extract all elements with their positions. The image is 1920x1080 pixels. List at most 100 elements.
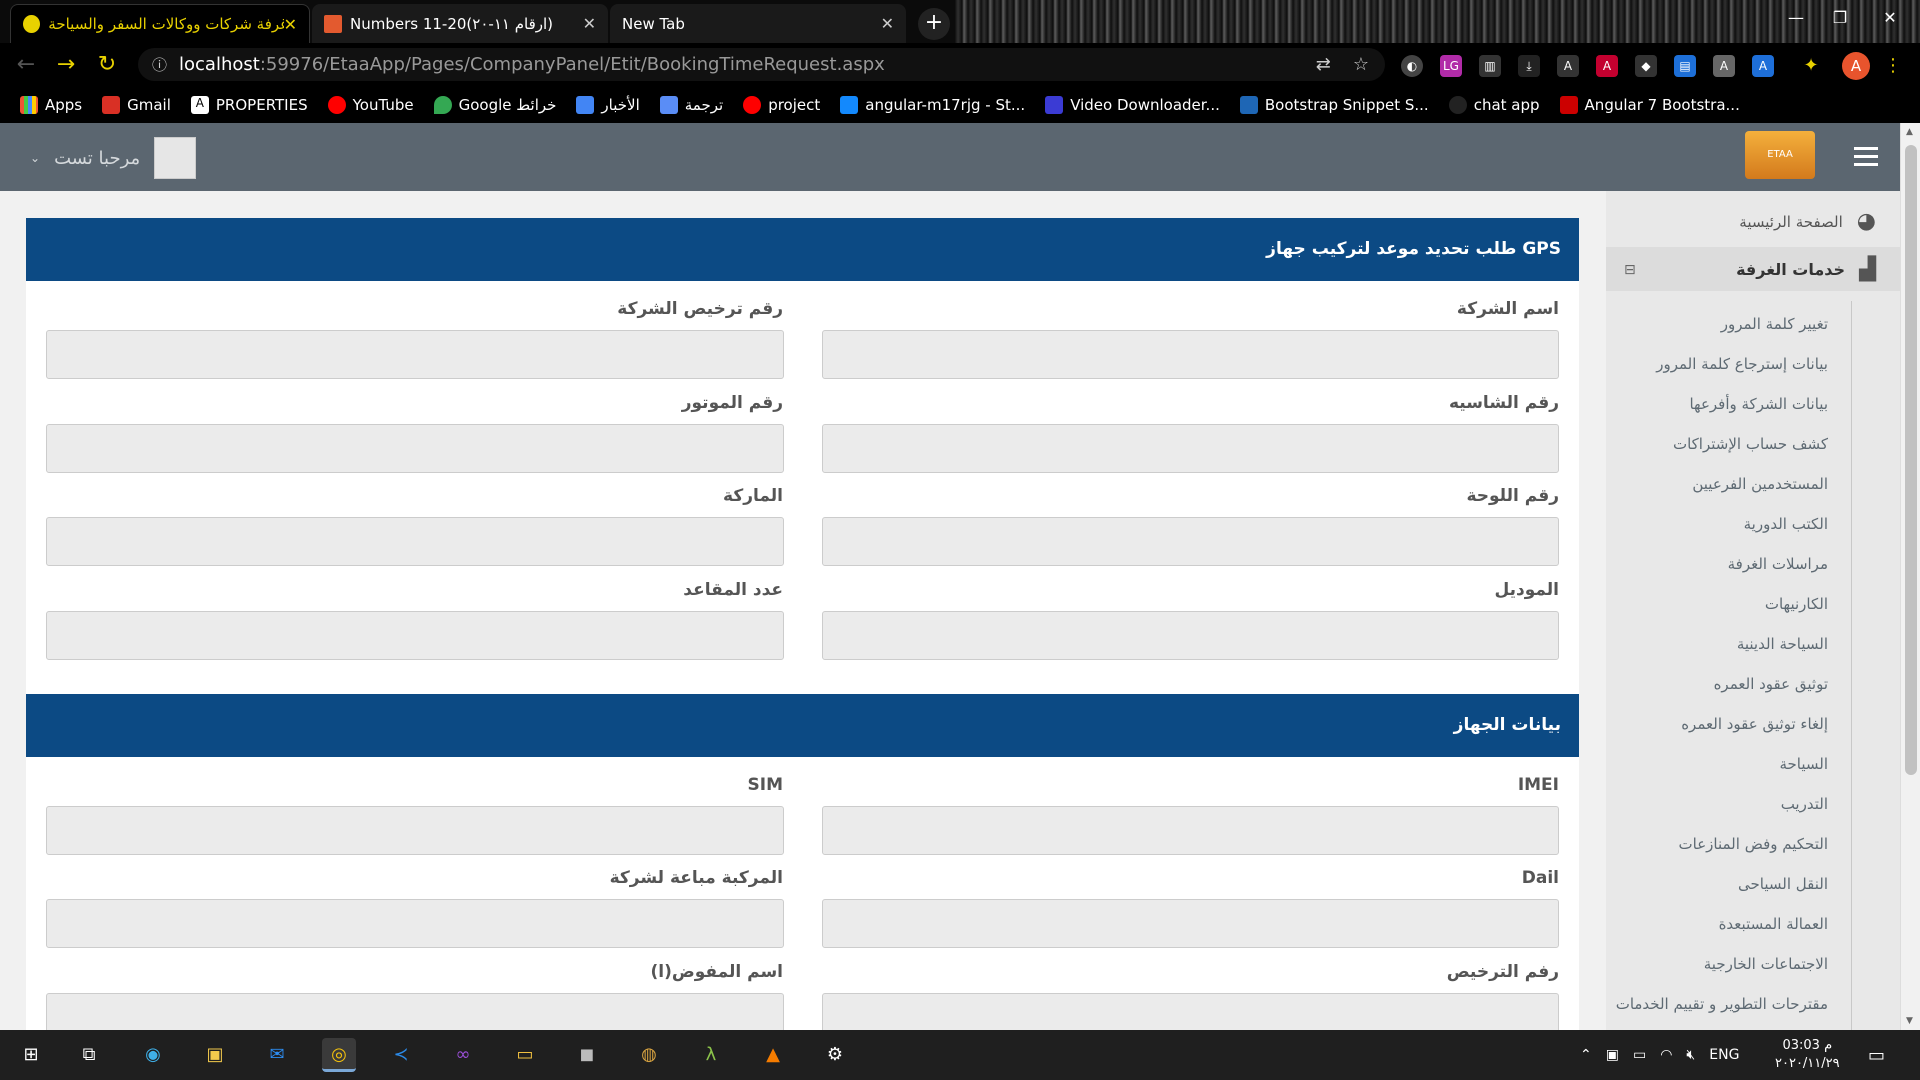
sidebar-subitem[interactable]: بيانات إسترجاع كلمة المرور xyxy=(1656,355,1828,373)
bookmark-chat-app[interactable]: chat app xyxy=(1448,96,1540,114)
menu-kebab-icon[interactable]: ⋮ xyxy=(1882,55,1904,77)
input-motor[interactable] xyxy=(46,424,784,473)
file-explorer-icon[interactable]: ▭ xyxy=(508,1038,542,1072)
extension-icon[interactable]: A xyxy=(1713,55,1735,77)
store-icon[interactable]: ▣ xyxy=(198,1038,232,1072)
translate-icon[interactable]: ⇄ xyxy=(1316,54,1331,75)
tab-active[interactable]: غرفة شركات ووكالات السفر والسياحة ✕ xyxy=(10,4,310,43)
bookmark-translate[interactable]: ترجمة xyxy=(659,96,723,114)
mail-icon[interactable]: ✉ xyxy=(260,1038,294,1072)
bookmark-gmail[interactable]: Gmail xyxy=(102,96,171,114)
sidebar-subitem[interactable]: الاجتماعات الخارجية xyxy=(1704,955,1828,973)
minimize-icon[interactable]: — xyxy=(1776,8,1816,36)
sidebar-subitem[interactable]: التحكيم وفض المنازعات xyxy=(1679,835,1828,853)
bookmark-angular-bootstrap[interactable]: Angular 7 Bootstra... xyxy=(1559,96,1740,114)
notifications-icon[interactable]: ▭ xyxy=(1868,1030,1885,1080)
address-bar[interactable]: ⓘ localhost:59976/EtaaApp/Pages/CompanyP… xyxy=(138,48,1385,81)
bookmark-project[interactable]: project xyxy=(743,96,820,114)
windows-start-icon[interactable]: ⊞ xyxy=(14,1038,48,1072)
extension-icon[interactable]: A xyxy=(1557,55,1579,77)
tray-chevron-icon[interactable]: ⌃ xyxy=(1580,1047,1592,1063)
task-view-icon[interactable]: ⧉ xyxy=(72,1038,106,1072)
input-company-name[interactable] xyxy=(822,330,1559,379)
vscode-icon[interactable]: ≺ xyxy=(384,1038,418,1072)
bookmark-apps[interactable]: Apps xyxy=(20,96,82,114)
lambda-app-icon[interactable]: λ xyxy=(694,1038,728,1072)
clock[interactable]: 03:03 م ٢٠٢٠/١١/٢٩ xyxy=(1775,1030,1840,1080)
input-plate[interactable] xyxy=(822,517,1559,566)
extension-icon[interactable]: A xyxy=(1752,55,1774,77)
bookmark-star-icon[interactable]: ☆ xyxy=(1353,54,1369,75)
language-indicator[interactable]: ENG xyxy=(1709,1047,1739,1063)
sidebar-subitem[interactable]: الكارنيهات xyxy=(1765,595,1828,613)
bookmark-youtube[interactable]: YouTube xyxy=(327,96,414,114)
sidebar-item-services[interactable]: خدمات الغرفة ▟ xyxy=(1736,257,1876,282)
profile-avatar[interactable]: A xyxy=(1842,52,1870,80)
tab-close-icon[interactable]: ✕ xyxy=(881,14,894,33)
input-model[interactable] xyxy=(822,611,1559,660)
back-icon[interactable]: ← xyxy=(12,51,40,79)
sidebar-subitem[interactable]: الكتب الدورية xyxy=(1744,515,1828,533)
bookmark-stackblitz[interactable]: angular-m17rjg - St... xyxy=(840,96,1025,114)
extension-icon[interactable]: ◆ xyxy=(1635,55,1657,77)
bookmark-maps[interactable]: Google خرائط xyxy=(433,96,556,114)
app-icon[interactable]: ◍ xyxy=(632,1038,666,1072)
input-brand[interactable] xyxy=(46,517,784,566)
extension-icon[interactable]: ▤ xyxy=(1674,55,1696,77)
sidebar-subitem[interactable]: المستخدمين الفرعيين xyxy=(1692,475,1828,493)
tab-close-icon[interactable]: ✕ xyxy=(284,15,297,34)
tab-new[interactable]: New Tab ✕ xyxy=(610,4,906,43)
user-menu[interactable]: ⌄ مرحبا تست xyxy=(30,137,197,179)
scroll-up-icon[interactable]: ▲ xyxy=(1906,127,1913,137)
bookmark-properties[interactable]: A PROPERTIES xyxy=(190,96,308,114)
edge-icon[interactable]: ◉ xyxy=(136,1038,170,1072)
sidebar-subitem[interactable]: توثيق عقود العمره xyxy=(1714,675,1828,693)
input-sim[interactable] xyxy=(46,806,784,855)
input-company-license[interactable] xyxy=(46,330,784,379)
bookmark-bootstrap-snippet[interactable]: Bootstrap Snippet S... xyxy=(1239,96,1429,114)
angular-extension-icon[interactable]: A xyxy=(1596,55,1618,77)
extension-icon[interactable]: LG xyxy=(1440,55,1462,77)
restore-icon[interactable]: ❐ xyxy=(1820,8,1860,36)
settings-gear-icon[interactable]: ⚙ xyxy=(818,1038,852,1072)
download-icon[interactable]: ⤓ xyxy=(1518,55,1540,77)
sidebar-subitem[interactable]: السياحة الدينية xyxy=(1737,635,1828,653)
bookmark-news[interactable]: الأخبار xyxy=(576,96,640,114)
visual-studio-icon[interactable]: ∞ xyxy=(446,1038,480,1072)
info-icon[interactable]: ⓘ xyxy=(152,54,167,75)
reload-icon[interactable]: ↻ xyxy=(93,51,121,79)
scrollbar-thumb[interactable] xyxy=(1905,145,1917,775)
input-chassis[interactable] xyxy=(822,424,1559,473)
sidebar-subitem[interactable]: إلغاء توثيق عقود العمره xyxy=(1681,715,1828,733)
bookmark-video-downloader[interactable]: Video Downloader... xyxy=(1045,96,1220,114)
forward-icon[interactable]: → xyxy=(52,51,80,79)
puzzle-extensions-icon[interactable]: ✦ xyxy=(1800,55,1822,77)
page-scrollbar[interactable]: ▲ ▼ xyxy=(1900,123,1920,1030)
tab-close-icon[interactable]: ✕ xyxy=(583,14,596,33)
game-icon[interactable]: ◼ xyxy=(570,1038,604,1072)
vlc-icon[interactable]: ▲ xyxy=(756,1038,790,1072)
chrome-icon[interactable]: ◎ xyxy=(322,1038,356,1072)
extension-icon[interactable]: ▥ xyxy=(1479,55,1501,77)
sidebar-subitem[interactable]: بيانات الشركة وأفرعها xyxy=(1689,395,1828,413)
close-window-icon[interactable]: ✕ xyxy=(1870,8,1910,36)
new-tab-button[interactable]: + xyxy=(918,8,950,40)
hamburger-menu-icon[interactable] xyxy=(1854,147,1878,167)
sidebar-subitem[interactable]: تغيير كلمة المرور xyxy=(1721,315,1828,333)
collapse-icon[interactable]: ⊟ xyxy=(1624,262,1636,278)
tray-app-icon[interactable]: ▣ xyxy=(1606,1047,1619,1063)
input-imei[interactable] xyxy=(822,806,1559,855)
input-seats[interactable] xyxy=(46,611,784,660)
sidebar-subitem[interactable]: التدريب xyxy=(1781,795,1828,813)
sidebar-subitem[interactable]: العمالة المستبعدة xyxy=(1719,915,1828,933)
sidebar-subitem[interactable]: مراسلات الغرفة xyxy=(1728,555,1828,573)
input-delegate-name[interactable] xyxy=(46,993,784,1030)
sidebar-item-home[interactable]: الصفحة الرئيسية ◕ xyxy=(1739,209,1876,234)
sidebar-subitem[interactable]: النقل السياحى xyxy=(1738,875,1828,893)
input-dail[interactable] xyxy=(822,899,1559,948)
tab-numbers[interactable]: Numbers 11-20(ارقام ١١-٢٠) ✕ xyxy=(312,4,608,43)
sidebar-subitem[interactable]: السياحة xyxy=(1779,755,1828,773)
sidebar-subitem[interactable]: مقترحات التطوير و تقييم الخدمات xyxy=(1616,995,1828,1013)
extension-icon[interactable]: ◐ xyxy=(1401,55,1423,77)
input-vehicle-sold[interactable] xyxy=(46,899,784,948)
